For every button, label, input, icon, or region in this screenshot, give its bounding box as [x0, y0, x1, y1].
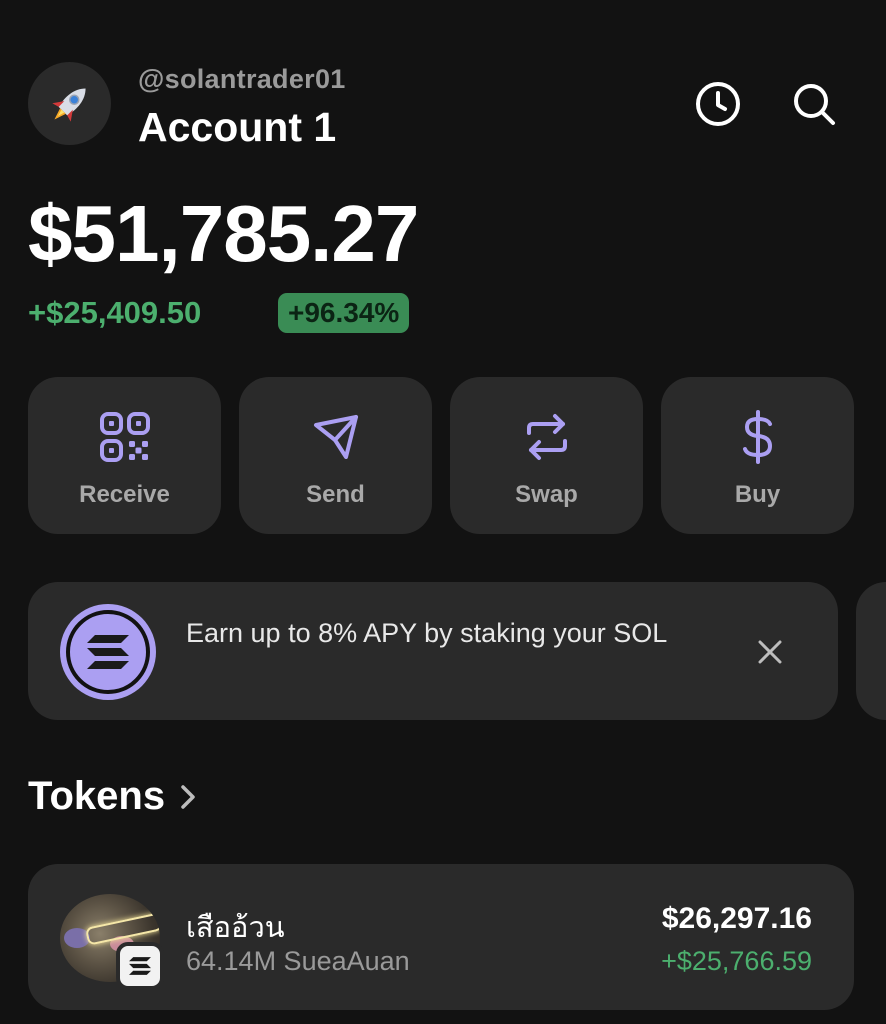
- swap-icon: [526, 414, 567, 460]
- token-value: $26,297.16: [661, 902, 812, 935]
- search-button[interactable]: [790, 80, 838, 128]
- history-button[interactable]: [694, 80, 742, 128]
- account-handle: @solantrader01: [138, 64, 346, 94]
- solana-logo-icon: [60, 604, 156, 700]
- send-icon: [313, 415, 358, 459]
- rocket-icon: [51, 87, 86, 122]
- account-avatar[interactable]: [28, 62, 111, 145]
- token-name: เสืออ้วน: [186, 910, 285, 944]
- qr-code-icon: [99, 412, 150, 462]
- balance-change-amount: +$25,409.50: [28, 295, 202, 330]
- clock-icon: [696, 82, 740, 126]
- tokens-title: Tokens: [28, 774, 166, 818]
- promo-close-button[interactable]: [752, 634, 788, 670]
- next-promo-card[interactable]: [856, 582, 886, 720]
- swap-label: Swap: [515, 481, 578, 508]
- tokens-header[interactable]: Tokens: [28, 774, 197, 819]
- wallet-screen: @solantrader01 Account 1 $51,785.27 +$25…: [0, 0, 886, 1024]
- send-label: Send: [306, 481, 365, 508]
- token-amount: 64.14M SueaAuan: [186, 946, 410, 976]
- account-name[interactable]: Account 1: [138, 104, 336, 151]
- action-buttons: Receive Send Swap Buy: [28, 377, 854, 534]
- close-icon: [758, 640, 782, 664]
- search-icon: [794, 84, 835, 125]
- token-row[interactable]: เสืออ้วน 64.14M SueaAuan $26,297.16 +$25…: [28, 864, 854, 1010]
- chevron-right-icon: [179, 783, 197, 811]
- swap-button[interactable]: Swap: [450, 377, 643, 534]
- total-balance: $51,785.27: [28, 189, 419, 278]
- balance-change-percent-badge: +96.34%: [278, 293, 410, 333]
- receive-label: Receive: [79, 481, 170, 508]
- send-button[interactable]: Send: [239, 377, 432, 534]
- token-change: +$25,766.59: [661, 946, 812, 976]
- buy-button[interactable]: Buy: [661, 377, 854, 534]
- solana-chain-badge-icon: [116, 942, 164, 990]
- buy-label: Buy: [734, 481, 781, 508]
- staking-promo-card[interactable]: Earn up to 8% APY by staking your SOL: [28, 582, 838, 720]
- promo-text: Earn up to 8% APY by staking your SOL: [186, 618, 668, 648]
- dollar-icon: [742, 410, 772, 464]
- receive-button[interactable]: Receive: [28, 377, 221, 534]
